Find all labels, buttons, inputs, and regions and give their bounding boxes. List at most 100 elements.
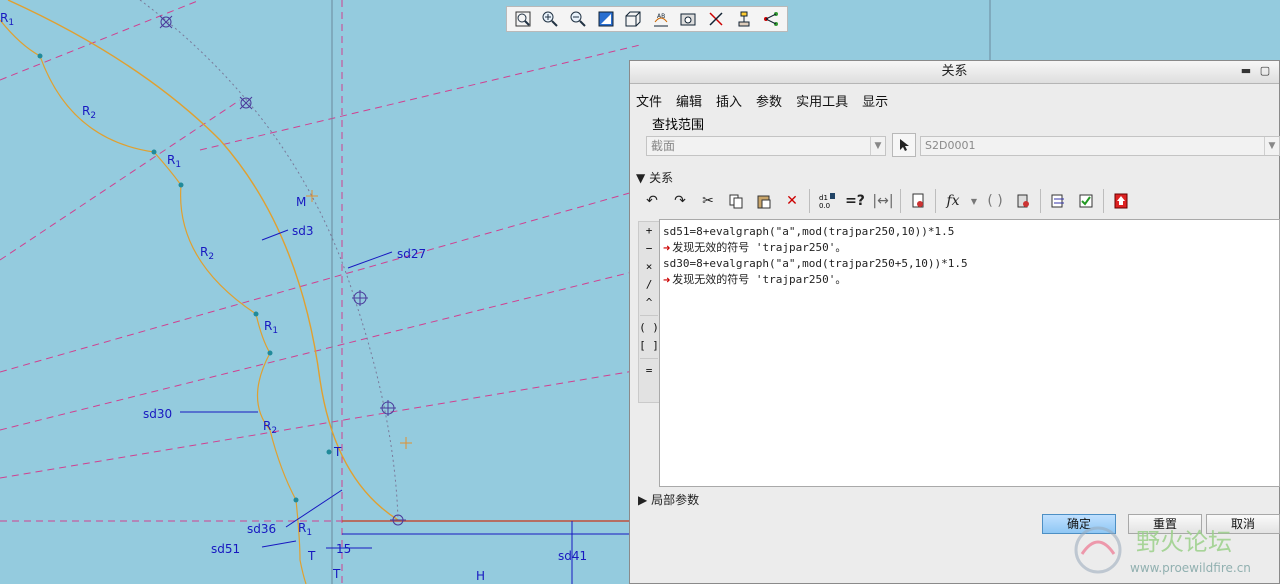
vertex[interactable] [253, 311, 259, 317]
relations-editor[interactable]: sd51=8+evalgraph("a",mod(trajpar250,10))… [659, 219, 1280, 487]
toolbar-separator [809, 189, 810, 213]
paste-icon[interactable] [750, 188, 778, 214]
vertex[interactable] [178, 182, 184, 188]
forum-watermark: 野火论坛 www.proewildfire.cn [1074, 526, 1251, 575]
scope-value: 截面 [651, 139, 676, 153]
vertex[interactable] [37, 53, 43, 59]
maximize-icon[interactable]: ▢ [1257, 64, 1273, 78]
dim-sd27[interactable]: sd27 [397, 247, 426, 261]
execute-icon[interactable] [1107, 188, 1135, 214]
zoom-in-icon[interactable] [537, 7, 565, 31]
function-dropdown-icon[interactable]: ▼ [967, 188, 981, 214]
sketch-diagnostics-icon[interactable] [757, 7, 785, 31]
relations-header-label: 关系 [649, 171, 674, 185]
menu-display[interactable]: 显示 [862, 91, 888, 110]
delete-icon[interactable]: ✕ [778, 188, 806, 214]
menubar: 文件 编辑 插入 参数 实用工具 显示 [630, 84, 1279, 116]
op-divide[interactable]: / [639, 276, 659, 294]
error-arrow-icon: ➜ [663, 273, 671, 287]
verify-icon[interactable] [904, 188, 932, 214]
watermark-logo [1074, 526, 1122, 574]
relations-section-header[interactable]: ▼ 关系 [636, 169, 673, 186]
dialog-titlebar[interactable]: 关系 ▬ ▢ [630, 61, 1279, 84]
chevron-down-icon[interactable]: ▼ [1264, 137, 1279, 155]
palette-divider [640, 315, 658, 316]
dim-sd3[interactable]: sd3 [292, 224, 314, 238]
op-multiply[interactable]: × [639, 258, 659, 276]
repaint-icon[interactable] [592, 7, 620, 31]
op-equals[interactable]: = [639, 362, 659, 380]
tangent-label: T [307, 549, 316, 563]
toolbar-separator [900, 189, 901, 213]
find-scope-group: 查找范围 截面 ▼ S2D0001 ▼ [636, 114, 1280, 176]
check-relations-icon[interactable] [1072, 188, 1100, 214]
vertex[interactable] [293, 497, 299, 503]
palette-divider [640, 358, 658, 359]
chevron-down-icon[interactable]: ▼ [870, 137, 885, 155]
vertex[interactable] [151, 149, 157, 155]
scope-select[interactable]: 截面 ▼ [646, 136, 886, 156]
tangent-label: T [332, 567, 341, 581]
redo-icon[interactable]: ↷ [666, 188, 694, 214]
pick-section-button[interactable] [892, 133, 916, 157]
menu-insert[interactable]: 插入 [716, 91, 742, 110]
find-scope-title: 查找范围 [650, 114, 707, 133]
toolbar-separator [1103, 189, 1104, 213]
toolbar-separator [935, 189, 936, 213]
error-message: 发现无效的符号 'trajpar250'。 [672, 241, 847, 254]
vertex[interactable] [326, 449, 332, 455]
expand-triangle-icon[interactable]: ▶ [638, 493, 647, 507]
view-toolbar: AB [506, 6, 788, 32]
undo-icon[interactable]: ↶ [638, 188, 666, 214]
collapse-triangle-icon[interactable]: ▼ [636, 171, 645, 185]
evaluate-icon[interactable]: =? [841, 188, 869, 214]
dim-sd51[interactable]: sd51 [211, 542, 240, 556]
minimize-icon[interactable]: ▬ [1238, 64, 1254, 78]
watermark-brand: 野火论坛 [1136, 528, 1232, 556]
unit-conversion-icon[interactable]: d1 0.0 [813, 188, 841, 214]
error-message: 发现无效的符号 'trajpar250'。 [672, 273, 847, 286]
vertex[interactable] [267, 350, 273, 356]
op-power[interactable]: ^ [639, 294, 659, 312]
copy-icon[interactable] [722, 188, 750, 214]
horizontal-label: H [476, 569, 485, 583]
vertex-display-icon[interactable] [730, 7, 758, 31]
error-line: ➜ 发现无效的符号 'trajpar250'。 [663, 240, 1276, 256]
screenshot-icon[interactable] [675, 7, 703, 31]
constraint-display-icon[interactable] [702, 7, 730, 31]
relations-dialog: 关系 ▬ ▢ 文件 编辑 插入 参数 实用工具 显示 查找范围 截面 ▼ S2D… [629, 60, 1280, 584]
menu-parameters[interactable]: 参数 [756, 91, 782, 110]
section-select[interactable]: S2D0001 ▼ [920, 136, 1280, 156]
relations-toolbar: ↶ ↷ ✂ ✕ d1 0.0 =? |↔| fx ▼ ( ) [638, 186, 1274, 216]
dialog-title: 关系 [941, 64, 968, 79]
sort-relations-icon[interactable] [1044, 188, 1072, 214]
zoom-out-icon[interactable] [564, 7, 592, 31]
dim-sd41[interactable]: sd41 [558, 549, 587, 563]
menu-utilities[interactable]: 实用工具 [796, 91, 848, 110]
measure-icon[interactable]: |↔| [869, 188, 897, 214]
svg-text:d1: d1 [819, 194, 828, 202]
op-brackets[interactable]: [ ] [639, 337, 659, 355]
op-parentheses[interactable]: ( ) [639, 319, 659, 337]
view-orient-icon[interactable] [619, 7, 647, 31]
relation-line[interactable]: sd51=8+evalgraph("a",mod(trajpar250,10))… [663, 224, 1276, 240]
function-icon[interactable]: fx [939, 188, 967, 214]
parameter-lock-icon[interactable] [1009, 188, 1037, 214]
cut-icon[interactable]: ✂ [694, 188, 722, 214]
operator-palette: + − × / ^ ( ) [ ] = [638, 221, 660, 403]
midpoint-label: M [296, 195, 306, 209]
dimension-display-icon[interactable]: AB [647, 7, 675, 31]
zoom-fit-icon[interactable] [509, 7, 537, 31]
op-plus[interactable]: + [639, 222, 659, 240]
local-params-toggle[interactable]: ▶ 局部参数 [638, 491, 699, 508]
menu-edit[interactable]: 编辑 [676, 91, 702, 110]
cursor-icon [900, 139, 909, 151]
dim-sd30[interactable]: sd30 [143, 407, 172, 421]
toolbar-separator [1040, 189, 1041, 213]
op-minus[interactable]: − [639, 240, 659, 258]
dim-value-label[interactable]: 15 [336, 542, 351, 556]
menu-file[interactable]: 文件 [636, 91, 662, 110]
relation-line[interactable]: sd30=8+evalgraph("a",mod(trajpar250+5,10… [663, 256, 1276, 272]
dim-sd36[interactable]: sd36 [247, 522, 276, 536]
brackets-icon[interactable]: ( ) [981, 188, 1009, 214]
